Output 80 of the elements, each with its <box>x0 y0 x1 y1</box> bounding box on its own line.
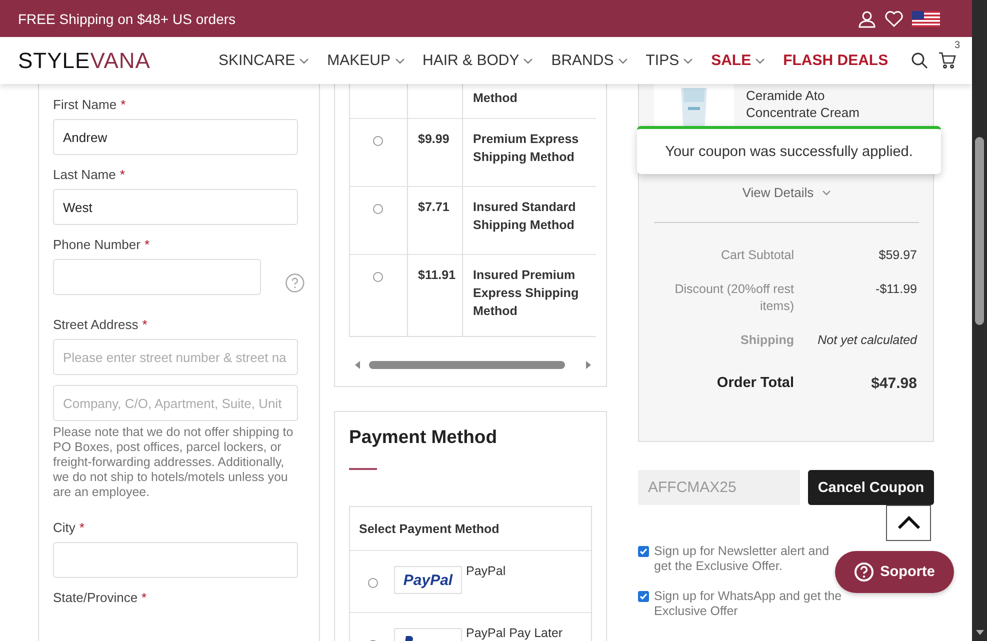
heart-icon[interactable] <box>885 10 903 26</box>
checkbox-label: Sign up for Newsletter alert and get the Exclusive Offer. <box>654 544 830 574</box>
chevron-up-icon <box>896 516 920 530</box>
back-to-top-button[interactable] <box>886 505 931 541</box>
shipping-method-name: Insured Premium Express Shipping Method <box>473 268 579 318</box>
field-label: City * <box>53 520 86 535</box>
nav-link[interactable]: TIPS <box>646 52 694 69</box>
shipping-price: $7.71 <box>418 200 450 214</box>
scroll-right-icon[interactable] <box>585 361 591 369</box>
section-title: Payment Method <box>349 426 498 448</box>
product-name: Ceramide Ato Concentrate Cream <box>746 87 860 122</box>
chevron-down-icon <box>394 58 405 64</box>
cart-count: 3 <box>954 40 960 51</box>
required-mark: * <box>79 520 84 535</box>
table-header: Select Payment Method <box>359 522 500 536</box>
search-icon[interactable] <box>911 52 928 69</box>
total-value: Not yet calculated <box>816 332 917 349</box>
toast-message: Your coupon was successfully applied. <box>665 144 913 160</box>
chevron-down-icon <box>755 58 766 64</box>
payment-option-label: PayPal <box>466 564 506 578</box>
chevron-down-icon <box>683 58 694 64</box>
cancel-coupon-button[interactable]: Cancel Coupon <box>808 470 934 505</box>
scrollbar-thumb[interactable] <box>369 361 565 369</box>
field-label: State/Province * <box>53 590 148 605</box>
required-mark: * <box>144 237 150 252</box>
radio-button[interactable] <box>373 136 383 146</box>
field-label: Phone Number * <box>53 237 151 252</box>
help-icon <box>854 562 874 582</box>
radio-button[interactable] <box>368 578 378 588</box>
total-label: Shipping <box>740 332 794 349</box>
logo[interactable]: STYLEVANA <box>18 48 150 74</box>
chevron-down-icon <box>523 58 534 64</box>
required-mark: * <box>142 317 148 332</box>
cart-icon[interactable] <box>938 52 956 69</box>
scroll-down-icon[interactable] <box>976 630 984 635</box>
required-mark: * <box>142 590 147 605</box>
shipping-method-name: Method <box>473 91 518 106</box>
view-details-link[interactable]: View Details <box>654 185 919 200</box>
required-mark: * <box>120 167 125 182</box>
phone-field[interactable] <box>53 259 262 295</box>
paypal-logo: PayPal <box>394 566 462 594</box>
input-field[interactable]: Andrew <box>53 119 298 155</box>
shipping-method-name: Premium Express Shipping Method <box>473 132 579 164</box>
shipping-note: Please note that we do not offer shipping to PO Boxes, post offices, parcel lockers, or freight-forwarding addresses. Additionally, we do not ship to hotels/motels unless you are an employee. <box>53 425 294 500</box>
total-value: -$11.99 <box>874 281 917 298</box>
radio-button[interactable] <box>373 204 383 214</box>
chevron-down-icon <box>618 58 628 64</box>
total-label: Order Total <box>716 375 794 392</box>
scrollbar-thumb[interactable] <box>975 137 984 325</box>
total-label: Discount (20%off rest items) <box>674 281 794 315</box>
field-label: Last Name * <box>53 167 126 182</box>
nav-link[interactable]: HAIR & BODY <box>422 52 534 69</box>
scroll-left-icon[interactable] <box>355 361 361 369</box>
user-icon[interactable] <box>858 10 876 28</box>
help-icon[interactable] <box>285 273 305 293</box>
nav-link[interactable]: SALE <box>711 52 766 69</box>
flag-icon[interactable] <box>912 10 940 26</box>
shipping-price: $9.99 <box>418 132 450 146</box>
input-field[interactable] <box>53 542 298 578</box>
support-button[interactable]: Soporte <box>835 551 954 593</box>
checkbox[interactable] <box>638 591 649 602</box>
nav-link[interactable]: FLASH DEALS <box>783 52 888 69</box>
field-label: First Name * <box>53 97 127 112</box>
chevron-down-icon <box>822 190 831 196</box>
checkbox[interactable] <box>638 546 649 557</box>
nav-link[interactable]: MAKEUP <box>327 52 405 69</box>
nav-link[interactable]: SKINCARE <box>218 52 310 69</box>
shipping-method-name: Insured Standard Shipping Method <box>473 200 576 232</box>
required-mark: * <box>120 97 126 112</box>
input-field[interactable]: West <box>53 189 298 225</box>
nav-link[interactable]: BRANDS <box>551 52 628 69</box>
payment-option-label: PayPal Pay Later <box>466 626 563 640</box>
total-label: Cart Subtotal <box>720 247 794 264</box>
total-value: $47.98 <box>870 375 917 392</box>
chevron-down-icon <box>299 58 310 64</box>
total-value: $59.97 <box>878 247 917 264</box>
promo-text: FREE Shipping on $48+ US orders <box>18 10 236 26</box>
shipping-price: $11.91 <box>418 268 456 282</box>
radio-button[interactable] <box>373 272 383 282</box>
field-label: Street Address * <box>53 317 148 332</box>
